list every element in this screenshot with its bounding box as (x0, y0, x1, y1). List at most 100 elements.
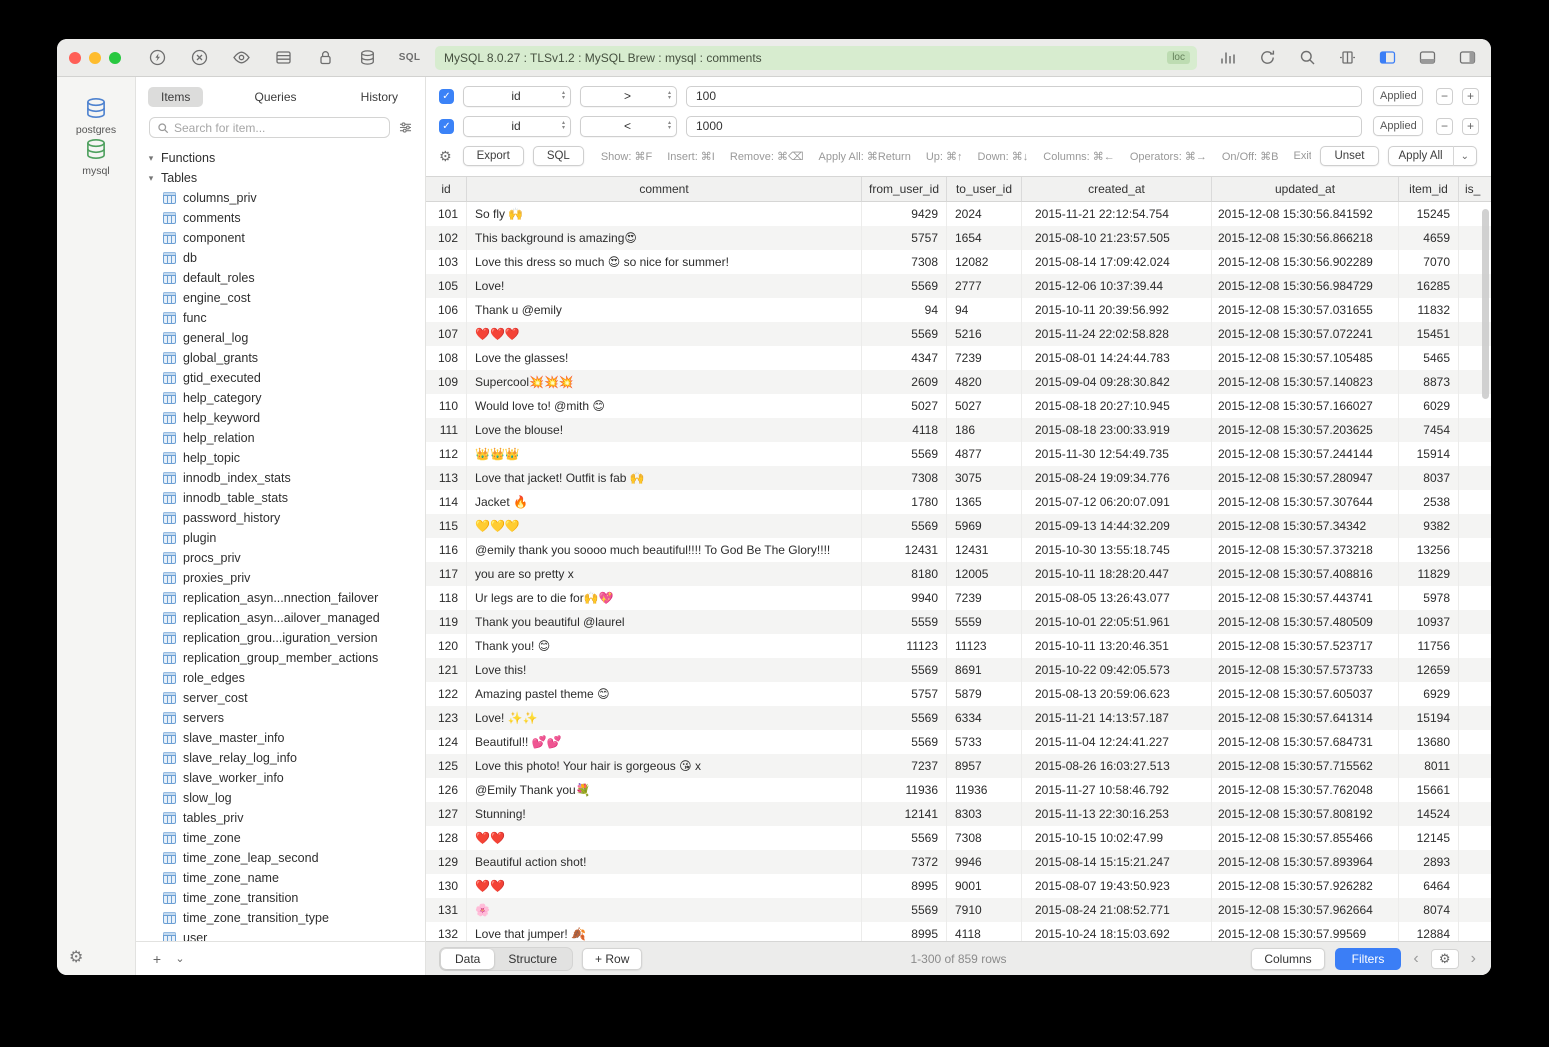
cell[interactable]: 8037 (1399, 466, 1459, 490)
cell[interactable]: 5757 (862, 682, 947, 706)
cell[interactable]: 108 (426, 346, 467, 370)
cell[interactable]: 12659 (1399, 658, 1459, 682)
filter-applied-button[interactable]: Applied (1373, 116, 1423, 136)
filter-applied-button[interactable]: Applied (1373, 86, 1423, 106)
chart-icon[interactable] (1218, 48, 1237, 67)
toggle-bottom-panel-icon[interactable] (1418, 48, 1437, 67)
connection-mysql[interactable]: mysql (76, 136, 116, 177)
table-item[interactable]: slow_log (136, 788, 425, 808)
cell[interactable]: 2015-08-10 21:23:57.505 (1022, 226, 1212, 250)
cell[interactable]: 12082 (947, 250, 1022, 274)
cell[interactable]: 2015-10-30 13:55:18.745 (1022, 538, 1212, 562)
cell[interactable]: 2015-08-14 17:09:42.024 (1022, 250, 1212, 274)
cell[interactable]: 1654 (947, 226, 1022, 250)
export-button[interactable]: Export (463, 146, 524, 166)
table-row[interactable]: 118Ur legs are to die for🙌💖994072392015-… (426, 586, 1491, 610)
vertical-scrollbar[interactable] (1482, 209, 1489, 399)
cell[interactable]: 7237 (862, 754, 947, 778)
cell[interactable] (1459, 682, 1491, 706)
cell[interactable]: 8303 (947, 802, 1022, 826)
cell[interactable]: 102 (426, 226, 467, 250)
table-item[interactable]: db (136, 248, 425, 268)
cell[interactable]: 8691 (947, 658, 1022, 682)
table-row[interactable]: 106Thank u @emily94942015-10-11 20:39:56… (426, 298, 1491, 322)
cell[interactable]: 12005 (947, 562, 1022, 586)
column-header-to_user_id[interactable]: to_user_id (947, 177, 1022, 201)
tab-history[interactable]: History (348, 87, 411, 107)
cell[interactable]: 13256 (1399, 538, 1459, 562)
cell[interactable]: 6334 (947, 706, 1022, 730)
table-row[interactable]: 122Amazing pastel theme 😊575758792015-08… (426, 682, 1491, 706)
cell[interactable] (1459, 634, 1491, 658)
cell[interactable]: 119 (426, 610, 467, 634)
filter-settings-gear-icon[interactable]: ⚙ (439, 148, 452, 165)
cell[interactable]: Amazing pastel theme 😊 (467, 682, 862, 706)
table-row[interactable]: 130❤️❤️899590012015-08-07 19:43:50.92320… (426, 874, 1491, 898)
tab-items[interactable]: Items (148, 87, 203, 107)
table-item[interactable]: time_zone_leap_second (136, 848, 425, 868)
add-row-button[interactable]: + Row (582, 948, 642, 970)
cell[interactable]: 109 (426, 370, 467, 394)
cell[interactable]: 5969 (947, 514, 1022, 538)
cell[interactable]: 110 (426, 394, 467, 418)
cell[interactable]: 2538 (1399, 490, 1459, 514)
cell[interactable]: 7070 (1399, 250, 1459, 274)
cell[interactable]: 15194 (1399, 706, 1459, 730)
tab-queries[interactable]: Queries (241, 87, 309, 107)
table-row[interactable]: 124Beautiful!! 💕💕556957332015-11-04 12:2… (426, 730, 1491, 754)
cell[interactable]: 106 (426, 298, 467, 322)
column-header-id[interactable]: id (426, 177, 467, 201)
cell[interactable]: Ur legs are to die for🙌💖 (467, 586, 862, 610)
filter-operator-select[interactable]: >▴▾ (580, 86, 677, 107)
cell[interactable]: 2015-08-18 20:27:10.945 (1022, 394, 1212, 418)
cell[interactable]: 2015-12-08 15:30:57.808192 (1212, 802, 1399, 826)
cell[interactable]: 2015-12-08 15:30:57.373218 (1212, 538, 1399, 562)
table-row[interactable]: 102This background is amazing😍5757165420… (426, 226, 1491, 250)
cell[interactable]: 2015-08-13 20:59:06.623 (1022, 682, 1212, 706)
cell[interactable]: 15914 (1399, 442, 1459, 466)
cell[interactable]: Love this dress so much 😍 so nice for su… (467, 250, 862, 274)
cell[interactable]: 2015-08-24 21:08:52.771 (1022, 898, 1212, 922)
cell[interactable]: @emily thank you soooo much beautiful!!!… (467, 538, 862, 562)
table-row[interactable]: 108Love the glasses!434772392015-08-01 1… (426, 346, 1491, 370)
cell[interactable]: 2015-12-08 15:30:56.866218 (1212, 226, 1399, 250)
cell[interactable]: 121 (426, 658, 467, 682)
cell[interactable]: 2015-08-26 16:03:27.513 (1022, 754, 1212, 778)
tab-data[interactable]: Data (441, 949, 494, 969)
cell[interactable]: 122 (426, 682, 467, 706)
cell[interactable]: 2015-12-08 15:30:57.203625 (1212, 418, 1399, 442)
cell[interactable]: 6929 (1399, 682, 1459, 706)
cell[interactable]: Beautiful!! 💕💕 (467, 730, 862, 754)
cell[interactable]: 2015-09-13 14:44:32.209 (1022, 514, 1212, 538)
cell[interactable]: 5569 (862, 322, 947, 346)
cell[interactable]: 13680 (1399, 730, 1459, 754)
cell[interactable]: 7454 (1399, 418, 1459, 442)
cell[interactable]: 8957 (947, 754, 1022, 778)
table-item[interactable]: time_zone_transition_type (136, 908, 425, 928)
sql-mode-icon[interactable]: SQL (400, 48, 419, 67)
cell[interactable] (1459, 922, 1491, 941)
cell[interactable]: 128 (426, 826, 467, 850)
cell[interactable]: 2015-12-08 15:30:57.244144 (1212, 442, 1399, 466)
cell[interactable]: 7910 (947, 898, 1022, 922)
cell[interactable]: 2015-12-08 15:30:57.855466 (1212, 826, 1399, 850)
cell[interactable]: Love this! (467, 658, 862, 682)
cell[interactable]: 2015-12-08 15:30:57.893964 (1212, 850, 1399, 874)
cell[interactable]: This background is amazing😍 (467, 226, 862, 250)
table-row[interactable]: 101So fly 🙌942920242015-11-21 22:12:54.7… (426, 202, 1491, 226)
cell[interactable]: 8995 (862, 922, 947, 941)
table-item[interactable]: user (136, 928, 425, 941)
zoom-window-button[interactable] (109, 52, 121, 64)
cell[interactable]: 127 (426, 802, 467, 826)
cell[interactable]: 4118 (862, 418, 947, 442)
cell[interactable]: 2024 (947, 202, 1022, 226)
cell[interactable]: 2015-12-08 15:30:57.605037 (1212, 682, 1399, 706)
tab-structure[interactable]: Structure (494, 949, 571, 969)
cell[interactable]: 5569 (862, 442, 947, 466)
cell[interactable]: you are so pretty x (467, 562, 862, 586)
cell[interactable] (1459, 850, 1491, 874)
cell[interactable]: 105 (426, 274, 467, 298)
cell[interactable]: 107 (426, 322, 467, 346)
refresh-icon[interactable] (1258, 48, 1277, 67)
table-row[interactable]: 105Love!556927772015-12-06 10:37:39.4420… (426, 274, 1491, 298)
